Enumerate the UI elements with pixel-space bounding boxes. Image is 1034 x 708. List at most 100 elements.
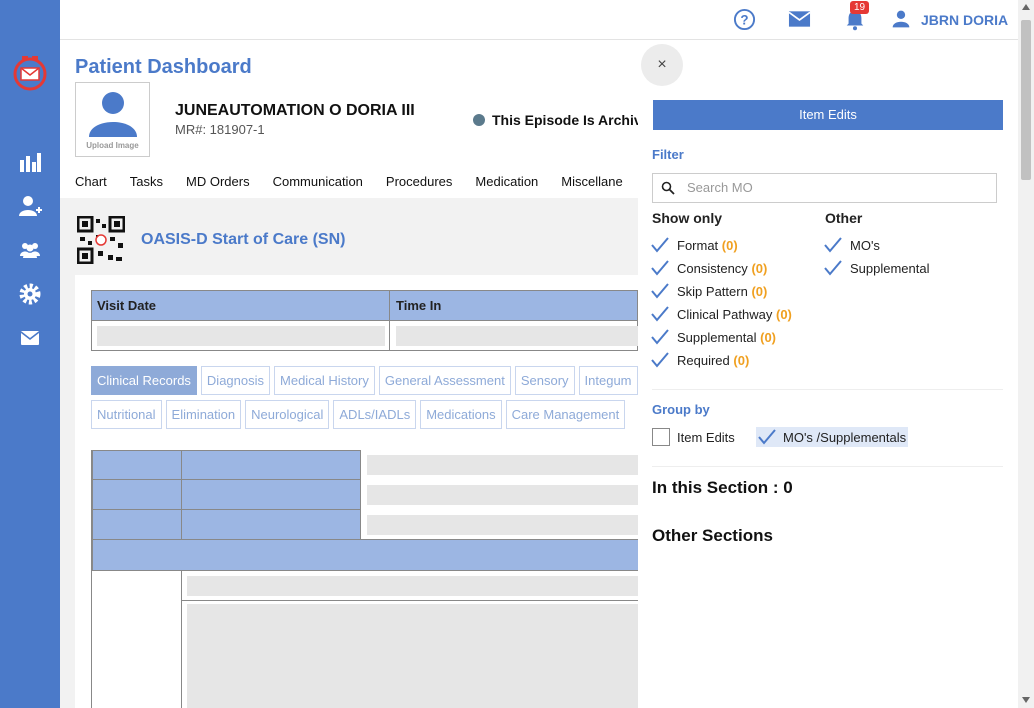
text-field[interactable] [367,455,638,475]
chip-neurological[interactable]: Neurological [245,400,330,429]
mail-icon[interactable] [18,326,42,350]
chip-sensory[interactable]: Sensory [514,366,575,395]
scroll-up-icon[interactable] [1022,4,1030,10]
table-cell [181,509,361,540]
checkmark-icon[interactable] [651,306,669,322]
help-icon[interactable]: ? [733,8,756,31]
clinical-records-table [91,450,638,708]
table-cell [92,509,182,540]
chip-diagnosis[interactable]: Diagnosis [200,366,271,395]
checkmark-icon[interactable] [651,352,669,368]
episode-status-text: This Episode Is Archive [492,112,638,128]
chip-medical-history[interactable]: Medical History [274,366,375,395]
text-field[interactable] [367,515,638,535]
filter-count: (0) [760,330,777,345]
chip-care-management[interactable]: Care Management [505,400,626,429]
tab-miscellaneous[interactable]: Miscellane [561,174,622,189]
tab-tasks[interactable]: Tasks [130,174,163,189]
group-item-edits-label[interactable]: Item Edits [677,430,735,445]
checkmark-icon[interactable] [651,329,669,345]
tab-chart[interactable]: Chart [75,174,107,189]
tab-md-orders[interactable]: MD Orders [186,174,250,189]
chip-nutritional[interactable]: Nutritional [91,400,162,429]
episode-status: This Episode Is Archive [473,112,638,128]
user-name[interactable]: JBRN DORIA [921,12,1008,28]
column-divider [389,291,390,350]
scrollbar-thumb[interactable] [1021,20,1031,180]
mail-icon[interactable] [788,10,811,28]
show-only-label: Show only [652,210,722,226]
visit-date-field[interactable] [97,326,385,346]
checkmark-icon[interactable] [651,283,669,299]
group-icon[interactable] [18,238,42,262]
upload-image-label[interactable]: Upload Image [76,141,149,150]
filter-mos[interactable]: MO's [850,238,880,253]
chip-general-assessment[interactable]: General Assessment [378,366,511,395]
checkmark-icon[interactable] [824,260,842,276]
row-divider [181,600,638,601]
time-in-field[interactable] [396,326,638,346]
page-title: Patient Dashboard [75,56,252,78]
filter-supplemental[interactable]: Supplemental (0) [677,330,776,345]
filter-label-text: Supplemental [677,330,757,345]
chip-medications[interactable]: Medications [420,400,502,429]
group-item-edits-checkbox[interactable] [652,428,670,446]
filter-consistency[interactable]: Consistency (0) [677,261,767,276]
scroll-down-icon[interactable] [1022,697,1030,703]
filter-other-supplemental[interactable]: Supplemental [850,261,930,276]
patient-name: JUNEAUTOMATION O DORIA III [175,102,415,119]
tab-medication[interactable]: Medication [475,174,538,189]
tab-communication[interactable]: Communication [273,174,363,189]
filter-skip-pattern[interactable]: Skip Pattern (0) [677,284,767,299]
table-section-row [92,539,638,571]
close-button[interactable]: × [641,44,683,86]
time-in-header: Time In [396,298,442,313]
user-add-icon[interactable] [18,194,42,218]
filter-format[interactable]: Format (0) [677,238,738,253]
checkmark-icon[interactable] [651,237,669,253]
filter-count: (0) [776,307,792,322]
checkmark-icon[interactable] [758,429,776,445]
column-divider [181,571,182,708]
avatar[interactable]: Upload Image [75,82,150,157]
filter-count: (0) [751,261,768,276]
section-chips-row-2: Nutritional Elimination Neurological ADL… [91,400,626,429]
clock-envelope-logo[interactable] [12,55,48,91]
filter-count: (0) [721,238,738,253]
divider [652,466,1003,467]
filter-label-text: Consistency [677,261,748,276]
main-content: Patient Dashboard Upload Image JUNEAUTOM… [60,40,638,708]
in-this-section-heading: In this Section : 0 [652,478,793,497]
chip-clinical-records[interactable]: Clinical Records [91,366,197,395]
bar-chart-icon[interactable] [18,150,42,174]
qr-code-icon [77,216,125,264]
filter-clinical-pathway[interactable]: Clinical Pathway (0) [677,307,792,322]
chip-elimination[interactable]: Elimination [165,400,242,429]
user-silhouette-icon [89,92,137,137]
checkmark-icon[interactable] [824,237,842,253]
group-mos-label[interactable]: MO's /Supplementals [783,430,906,445]
gear-icon[interactable] [18,282,42,306]
tab-procedures[interactable]: Procedures [386,174,452,189]
filter-label-text: Skip Pattern [677,284,748,299]
checkmark-icon[interactable] [651,260,669,276]
filter-required[interactable]: Required (0) [677,353,749,368]
table-cell [92,479,182,510]
chip-adls-iadls[interactable]: ADLs/IADLs [333,400,417,429]
search-mo-input[interactable] [687,180,977,195]
divider [652,389,1003,390]
text-area[interactable] [187,604,638,708]
status-dot-icon [473,114,485,126]
filter-count: (0) [751,284,768,299]
notification-badge: 19 [850,1,870,14]
item-edits-panel [638,40,1018,708]
filter-label-text: Required [677,353,730,368]
table-cell [181,450,361,480]
filter-count: (0) [733,353,750,368]
user-icon[interactable] [891,9,911,29]
chip-integumentary[interactable]: Integum [578,366,638,395]
text-field[interactable] [367,485,638,505]
item-edits-header[interactable]: Item Edits [653,100,1003,130]
text-field[interactable] [187,576,638,596]
filter-label-text: Format [677,238,719,253]
